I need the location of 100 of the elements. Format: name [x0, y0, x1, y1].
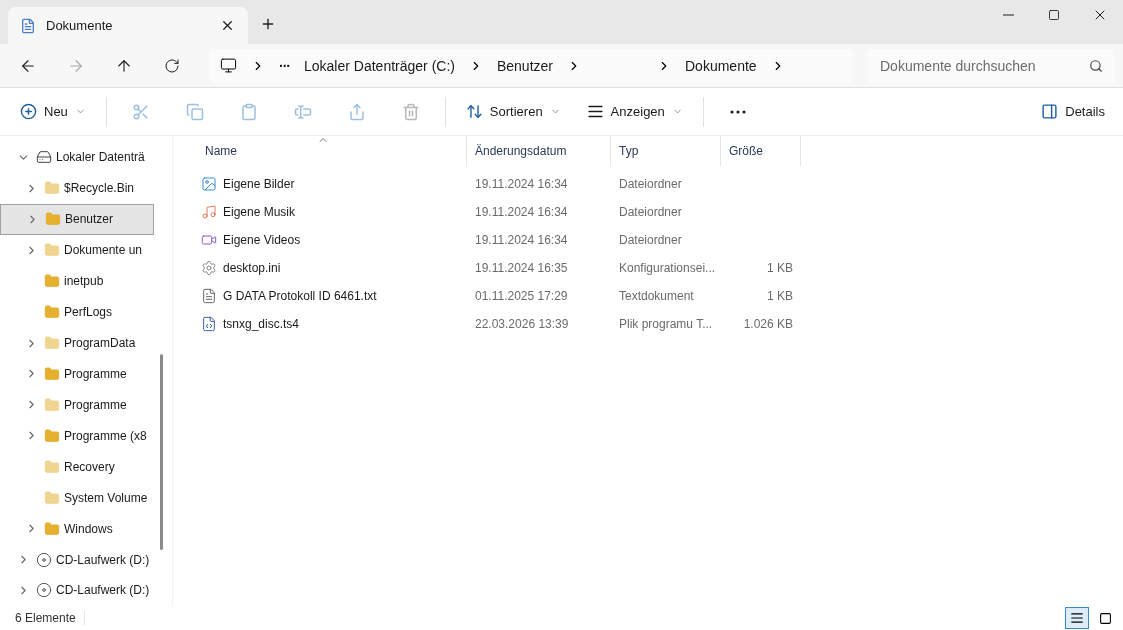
- date-cell-text: 19.11.2024 16:34: [474, 233, 569, 247]
- tree-item-label: Dokumente un: [64, 243, 143, 258]
- tree-item-label: $Recycle.Bin: [64, 181, 135, 196]
- tree-item[interactable]: $Recycle.Bin: [0, 172, 154, 204]
- tree-item[interactable]: Dokumente un: [0, 234, 154, 266]
- column-header[interactable]: Name: [193, 136, 467, 166]
- tree-item-label: ProgramData: [64, 336, 136, 351]
- date-cell-text: 19.11.2024 16:34: [474, 177, 569, 191]
- tree-item-label: Recovery: [64, 459, 115, 474]
- tile-icon: [1098, 611, 1112, 625]
- breadcrumb-item[interactable]: Lokaler Datenträger (C:): [304, 57, 455, 74]
- folder-shortcut-icon: [44, 242, 60, 259]
- tree-item[interactable]: CD-Laufwerk (D:): [0, 544, 154, 575]
- tree-item[interactable]: inetpub: [0, 265, 154, 297]
- tree-item-label: Programme: [64, 367, 127, 381]
- sort-button[interactable]: Sortieren: [459, 95, 567, 128]
- type-cell-text: Dateiordner: [618, 233, 683, 247]
- file-row[interactable]: G DATA Protokoll ID 6461.txt 01.11.2025 17:29 Textdokument 1 KB: [193, 282, 1123, 310]
- tree-item[interactable]: ProgramData: [0, 327, 154, 359]
- minimize-icon: [1002, 14, 1014, 16]
- tree-item-label: CD-Laufwerk (D:): [56, 552, 150, 567]
- date-cell-text: 19.11.2024 16:34: [474, 205, 569, 219]
- folder-shortcut-icon: [44, 396, 60, 413]
- tree-item[interactable]: Benutzer: [0, 203, 154, 235]
- tree-item[interactable]: Programme: [0, 389, 154, 421]
- tree-item-label: System Volume: [64, 490, 148, 505]
- type-cell-text: Dateiordner: [618, 177, 683, 191]
- size-cell-text: 1.026 KB: [742, 317, 794, 331]
- breadcrumb-overflow[interactable]: ···: [279, 57, 290, 74]
- tree-item[interactable]: Windows: [0, 513, 154, 545]
- file-name: Eigene Musik: [223, 205, 296, 219]
- file-name: G DATA Protokoll ID 6461.txt: [223, 289, 377, 303]
- tree-item[interactable]: Programme (x8: [0, 420, 154, 452]
- document-icon: [20, 17, 36, 34]
- type-cell-text: Plik programu T...: [618, 317, 714, 331]
- breadcrumb-item[interactable]: Dokumente: [685, 57, 757, 74]
- size-cell-text: 1 KB: [766, 261, 794, 275]
- tree-item-label: inetpub: [64, 274, 104, 289]
- size-cell-text: 1 KB: [766, 289, 794, 303]
- sort-icon: [465, 103, 483, 120]
- paste-icon: [239, 102, 258, 121]
- date-cell-text: 22.03.2026 13:39: [474, 317, 570, 331]
- disc-drive-icon: [36, 582, 52, 599]
- view-icon: [586, 103, 604, 120]
- folder-icon: [44, 335, 60, 352]
- disc-drive-icon: [36, 551, 52, 568]
- file-row[interactable]: tsnxg_disc.ts4 22.03.2026 13:39 Plik programu T... 1.026 KB: [193, 310, 1123, 338]
- settings-file-icon: [201, 260, 217, 276]
- folder-icon: [44, 489, 60, 506]
- tree-item[interactable]: Lokaler Datenträ: [0, 142, 154, 173]
- file-row[interactable]: Eigene Musik 19.11.2024 16:34 Dateiordner: [193, 198, 1123, 226]
- rename-icon: [293, 102, 312, 121]
- column-header[interactable]: Typ: [611, 136, 721, 166]
- tree-item-label: PerfLogs: [64, 305, 113, 320]
- folder-icon: [45, 211, 61, 228]
- details-view-button[interactable]: [1065, 607, 1089, 629]
- copy-icon: [185, 102, 204, 121]
- folder-icon: [44, 458, 60, 475]
- tree-item[interactable]: Programme: [0, 358, 154, 390]
- scrollbar[interactable]: [160, 354, 163, 550]
- list-icon: [1070, 611, 1084, 625]
- folder-icon: [44, 520, 60, 537]
- folder-icon: [44, 304, 60, 321]
- video-icon: [201, 232, 217, 248]
- file-name: desktop.ini: [223, 261, 281, 275]
- type-cell-text: Textdokument: [618, 289, 695, 303]
- column-header[interactable]: Änderungsdatum: [467, 136, 611, 166]
- tree-item-label: Benutzer: [65, 212, 114, 227]
- view-button[interactable]: Anzeigen: [580, 95, 689, 128]
- tree-item[interactable]: CD-Laufwerk (D:): [0, 575, 154, 606]
- type-cell-text: Konfigurationsei...: [618, 261, 717, 275]
- search-field[interactable]: Dokumente durchsuchen: [868, 48, 1115, 83]
- tree-item-label: Windows: [64, 521, 113, 536]
- details-button[interactable]: Details: [1035, 95, 1111, 128]
- music-icon: [201, 204, 217, 220]
- maximize-icon: [1048, 9, 1060, 21]
- details-pane-icon: [1041, 103, 1059, 120]
- tab[interactable]: Dokumente: [8, 7, 248, 44]
- computer-icon[interactable]: [220, 57, 237, 74]
- search-icon: [1089, 58, 1103, 73]
- item-count: 6 Elemente: [15, 611, 85, 625]
- program-file-icon: [201, 316, 217, 332]
- folder-icon: [44, 273, 60, 290]
- tree-item-label: CD-Laufwerk (D:): [56, 583, 150, 598]
- tree-item[interactable]: PerfLogs: [0, 296, 154, 328]
- file-row[interactable]: Eigene Bilder 19.11.2024 16:34 Dateiordner: [193, 170, 1123, 198]
- tree-item-label: Programme: [64, 397, 127, 412]
- column-header[interactable]: Größe: [721, 136, 801, 166]
- address-bar[interactable]: ··· Lokaler Datenträger (C:) Benutzer Dokumente: [210, 48, 852, 83]
- drive-icon: [36, 149, 52, 166]
- file-row[interactable]: desktop.ini 19.11.2024 16:35 Konfigurationsei... 1 KB: [193, 254, 1123, 282]
- pictures-icon: [201, 176, 217, 192]
- tree-item[interactable]: Recovery: [0, 451, 154, 483]
- add-icon: [20, 103, 37, 120]
- file-row[interactable]: Eigene Videos 19.11.2024 16:34 Dateiordner: [193, 226, 1123, 254]
- breadcrumb-item[interactable]: Benutzer: [496, 57, 553, 74]
- file-name: Eigene Bilder: [223, 177, 295, 191]
- tree-item[interactable]: System Volume: [0, 482, 154, 514]
- folder-icon: [44, 427, 60, 444]
- new-button[interactable]: Neu: [14, 95, 92, 128]
